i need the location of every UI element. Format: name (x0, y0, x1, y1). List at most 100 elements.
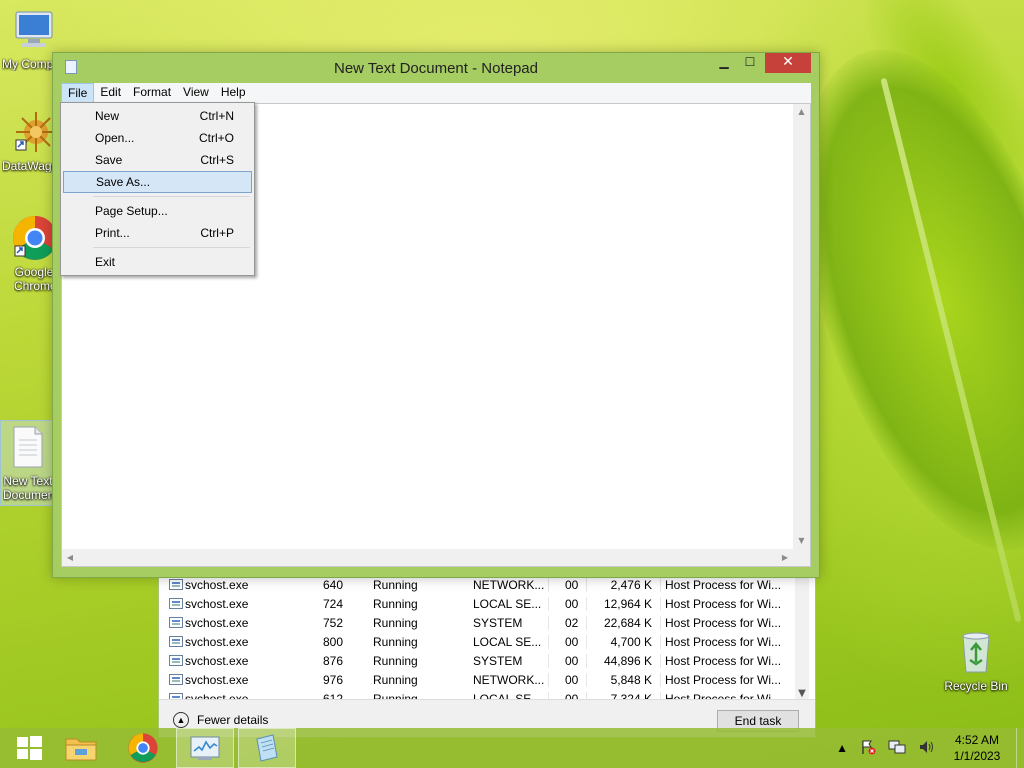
clock[interactable]: 4:52 AM 1/1/2023 (942, 732, 1012, 764)
process-memory: 4,700 K (591, 634, 661, 649)
service-icon (167, 674, 185, 685)
menu-file[interactable]: File (61, 83, 95, 103)
menu-edit[interactable]: Edit (94, 83, 127, 103)
menu-item-print[interactable]: Print... Ctrl+P (63, 222, 252, 244)
service-icon (167, 617, 185, 628)
taskbar-chrome[interactable] (114, 728, 172, 768)
menu-item-label: Open... (95, 131, 135, 145)
close-button[interactable]: ✕ (765, 53, 811, 73)
show-hidden-icons-chevron-icon[interactable]: ▲ (836, 741, 848, 755)
taskbar-file-explorer[interactable] (52, 728, 110, 768)
process-table-scrollbar[interactable]: ▼ (795, 575, 809, 701)
process-pid: 752 (323, 615, 344, 630)
text-file-icon (1, 421, 55, 472)
fewer-details-button[interactable]: ▲ Fewer details (173, 712, 268, 728)
menu-item-page-setup[interactable]: Page Setup... (63, 200, 252, 222)
process-user: LOCAL SE... (473, 596, 549, 611)
desktop-icon-recycle-bin[interactable]: Recycle Bin (940, 630, 1012, 693)
menu-item-shortcut: Ctrl+N (199, 109, 234, 123)
process-status: Running (373, 653, 418, 668)
process-user: LOCAL SE... (473, 634, 549, 649)
process-status: Running (373, 634, 418, 649)
process-user: NETWORK... (473, 672, 549, 687)
menu-item-open[interactable]: Open... Ctrl+O (63, 127, 252, 149)
process-pid: 976 (323, 672, 344, 687)
menu-item-shortcut: Ctrl+S (200, 153, 234, 167)
task-manager-window: svchost.exe 640 Running NETWORK... 00 2,476 K… (158, 560, 816, 738)
scroll-up-icon[interactable]: ▲ (793, 104, 810, 120)
menu-item-label: Print... (95, 226, 130, 240)
service-icon (169, 579, 183, 590)
network-icon[interactable] (888, 739, 906, 758)
service-icon (167, 655, 185, 666)
menu-separator (63, 244, 252, 251)
scrollbar-corner (793, 549, 810, 566)
process-row[interactable]: svchost.exe 976 Running NETWORK... 00 5,848 K… (167, 670, 795, 689)
action-center-flag-icon[interactable] (860, 739, 876, 758)
process-name: svchost.exe (185, 577, 249, 592)
vertical-scrollbar[interactable]: ▲ ▼ (793, 104, 810, 549)
notepad-titlebar[interactable]: New Text Document - Notepad ▁ ☐ ✕ (53, 53, 819, 83)
menu-item-new[interactable]: New Ctrl+N (63, 105, 252, 127)
horizontal-scrollbar[interactable]: ◀ ▶ (62, 549, 793, 566)
menu-item-label: Page Setup... (95, 204, 168, 218)
process-memory: 2,476 K (591, 577, 661, 592)
service-icon (167, 598, 185, 609)
service-icon (169, 617, 183, 628)
show-desktop-button[interactable] (1016, 728, 1024, 768)
window-title: New Text Document - Notepad (334, 60, 538, 77)
process-cpu: 00 (565, 672, 587, 687)
menu-item-save-as[interactable]: Save As... (63, 171, 252, 193)
menu-help[interactable]: Help (215, 83, 252, 103)
taskbar-task-manager[interactable] (176, 728, 234, 768)
process-description: Host Process for Wi... (665, 577, 782, 592)
menu-item-save[interactable]: Save Ctrl+S (63, 149, 252, 171)
process-table: svchost.exe 640 Running NETWORK... 00 2,476 K… (167, 575, 795, 708)
process-cpu: 02 (565, 615, 587, 630)
menu-format[interactable]: Format (127, 83, 177, 103)
process-description: Host Process for Wi... (665, 653, 782, 668)
process-cpu: 00 (565, 596, 587, 611)
clock-time: 4:52 AM (954, 733, 1000, 747)
process-memory: 5,848 K (591, 672, 661, 687)
process-user: SYSTEM (473, 653, 549, 668)
service-icon (169, 636, 183, 647)
maximize-button[interactable]: ☐ (737, 53, 763, 73)
scroll-left-icon[interactable]: ◀ (62, 549, 78, 566)
volume-icon[interactable] (918, 739, 936, 758)
scroll-down-icon[interactable]: ▼ (793, 533, 810, 549)
process-description: Host Process for Wi... (665, 596, 782, 611)
desktop-icon-label: Recycle Bin (944, 679, 1008, 693)
process-pid: 640 (323, 577, 344, 592)
process-cpu: 00 (565, 634, 587, 649)
service-icon (169, 598, 183, 609)
menu-view[interactable]: View (177, 83, 215, 103)
notepad-icon (256, 734, 278, 762)
menu-item-shortcut: Ctrl+O (198, 131, 234, 145)
menu-item-shortcut: Ctrl+P (200, 226, 234, 240)
scroll-right-icon[interactable]: ▶ (777, 549, 793, 566)
process-row[interactable]: svchost.exe 800 Running LOCAL SE... 00 4,700 … (167, 632, 795, 651)
chevron-up-icon: ▲ (173, 712, 189, 728)
process-row[interactable]: svchost.exe 724 Running LOCAL SE... 00 12,964… (167, 594, 795, 613)
desktop-icon-label: New Text Document (3, 474, 53, 502)
process-user: NETWORK... (473, 577, 549, 592)
process-memory: 12,964 K (591, 596, 661, 611)
fewer-details-label: Fewer details (197, 713, 269, 727)
desktop-icon-new-text-document[interactable]: New Text Document (0, 420, 56, 506)
process-name: svchost.exe (185, 615, 249, 630)
menu-item-exit[interactable]: Exit (63, 251, 252, 273)
process-memory: 44,896 K (591, 653, 661, 668)
system-tray: ▲ 4:52 AM 1/1/2023 (830, 728, 1024, 768)
process-name: svchost.exe (185, 672, 249, 687)
process-row[interactable]: svchost.exe 876 Running SYSTEM 00 44,896 K Hos… (167, 651, 795, 670)
menu-item-label: Exit (95, 255, 116, 269)
taskbar-notepad[interactable] (238, 728, 296, 768)
desktop-icon-label: DataWagon (2, 159, 54, 173)
menu-separator (63, 193, 252, 200)
chrome-icon (128, 733, 158, 763)
start-button[interactable] (0, 728, 58, 768)
minimize-button[interactable]: ▁ (711, 53, 737, 73)
taskbar: ▲ 4:52 AM 1/1/2023 (0, 728, 1024, 768)
process-row[interactable]: svchost.exe 752 Running SYSTEM 02 22,684 K Hos… (167, 613, 795, 632)
